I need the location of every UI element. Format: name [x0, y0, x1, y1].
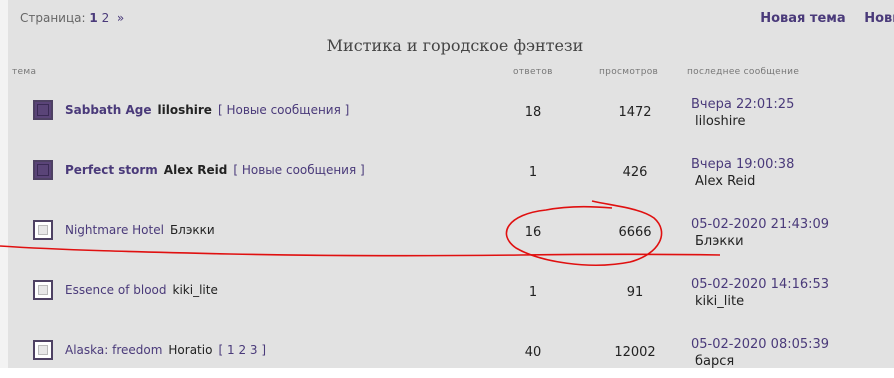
pagination-label: Страница: — [20, 11, 86, 25]
last-post-user: барся — [695, 354, 735, 369]
new-posts-link-wrap: [ Новые сообщения ] — [233, 163, 364, 177]
last-post-cell: Вчера 22:01:25 liloshire — [691, 97, 794, 129]
topic-row: Perfect storm Alex Reid [ Новые сообщения … — [8, 142, 894, 198]
last-post-time-link[interactable]: 05-02-2020 21:43:09 — [691, 217, 829, 232]
replies-count: 1 — [528, 165, 538, 180]
topic-title-link[interactable]: Sabbath Age — [65, 103, 152, 117]
last-post-user: Блэкки — [695, 234, 744, 249]
views-count: 426 — [622, 165, 648, 180]
topic-page-3-link[interactable]: 3 — [250, 343, 258, 357]
topic-row: Nightmare Hotel Блэкки 16 6666 05-02-2020… — [8, 202, 894, 258]
replies-count: 40 — [524, 345, 542, 360]
bracket-open: [ — [218, 343, 224, 357]
topic-pages: [ 1 2 3 ] — [218, 343, 266, 357]
bracket-close: ] — [344, 103, 350, 117]
last-post-time-link[interactable]: 05-02-2020 08:05:39 — [691, 337, 829, 352]
page-2-link[interactable]: 2 — [102, 11, 110, 25]
column-views: просмотров — [599, 67, 659, 77]
topic-title-link[interactable]: Nightmare Hotel — [65, 223, 164, 237]
last-post-time-link[interactable]: 05-02-2020 14:16:53 — [691, 277, 829, 292]
topic-author: Horatio — [168, 343, 213, 357]
last-post-cell: 05-02-2020 14:16:53 kiki_lite — [691, 277, 829, 309]
unread-topic-icon — [33, 100, 53, 120]
topic-author: liloshire — [157, 103, 212, 117]
pagination: Страница: 1 2 » — [20, 11, 124, 25]
new-posts-link-wrap: [ Новые сообщения ] — [218, 103, 349, 117]
topic-row: Sabbath Age liloshire[ Новые сообщения ] … — [8, 82, 894, 138]
read-topic-icon — [33, 280, 53, 300]
last-post-time-link[interactable]: Вчера 19:00:38 — [691, 157, 794, 172]
column-last-post: последнее сообщение — [687, 67, 800, 77]
last-post-time-link[interactable]: Вчера 22:01:25 — [691, 97, 794, 112]
topic-cell: Nightmare Hotel Блэкки — [65, 223, 215, 237]
new-poll-link[interactable]: Новы — [864, 11, 894, 26]
last-post-user: kiki_lite — [695, 294, 745, 309]
column-topic: тема — [12, 67, 37, 77]
bracket-open: [ — [233, 163, 239, 177]
views-count: 91 — [626, 285, 644, 300]
forum-title: Мистика и городское фэнтези — [326, 36, 584, 55]
next-page-arrow[interactable]: » — [117, 11, 124, 25]
bracket-close: ] — [360, 163, 365, 177]
replies-count: 1 — [528, 285, 538, 300]
topic-title-link[interactable]: Perfect storm — [65, 163, 158, 177]
bracket-close: ] — [261, 343, 267, 357]
topic-cell: Perfect storm Alex Reid [ Новые сообщения … — [65, 163, 365, 177]
forum-page: Страница: 1 2 » Новая тема Новы Мистика … — [0, 0, 894, 369]
topic-page-2-link[interactable]: 2 — [238, 343, 246, 357]
new-posts-link[interactable]: Новые сообщения — [242, 163, 356, 177]
bracket-open: [ — [217, 103, 223, 117]
topic-author: Блэкки — [169, 223, 215, 237]
read-topic-icon — [33, 220, 53, 240]
topic-cell: Essence of blood kiki_lite — [65, 283, 218, 297]
last-post-user: Alex Reid — [695, 174, 756, 189]
topic-cell: Sabbath Age liloshire [ Новые сообщения ] — [65, 103, 349, 117]
topic-row: Alaska: freedom Horatio [ 1 2 3 ] 40 12002… — [8, 322, 894, 378]
topic-page-1-link[interactable]: 1 — [227, 343, 235, 357]
read-topic-icon — [33, 340, 53, 360]
last-post-user: liloshire — [695, 114, 746, 129]
topic-author: Alex Reid — [163, 163, 228, 177]
replies-count: 16 — [524, 225, 542, 240]
topic-cell: Alaska: freedom Horatio [ 1 2 3 ] — [65, 343, 266, 357]
views-count: 12002 — [614, 345, 656, 360]
replies-count: 18 — [524, 105, 542, 120]
unread-topic-icon — [33, 160, 53, 180]
topic-row: Essence of blood kiki_lite 1 91 05-02-202… — [8, 262, 894, 318]
topic-author: kiki_lite — [172, 283, 218, 297]
views-count: 1472 — [618, 105, 652, 120]
column-replies: ответов — [513, 67, 553, 77]
topic-title-link[interactable]: Essence of blood — [65, 283, 167, 297]
views-count: 6666 — [618, 225, 652, 240]
new-topic-link[interactable]: Новая тема — [760, 11, 845, 26]
last-post-cell: Вчера 19:00:38 Alex Reid — [691, 157, 794, 189]
page-1-current: 1 — [89, 11, 98, 25]
new-posts-link[interactable]: Новые сообщения — [226, 103, 340, 117]
last-post-cell: 05-02-2020 08:05:39 барся — [691, 337, 829, 369]
topic-title-link[interactable]: Alaska: freedom — [65, 343, 162, 357]
topic-actions: Новая тема Новы — [746, 11, 894, 26]
last-post-cell: 05-02-2020 21:43:09 Блэкки — [691, 217, 829, 249]
